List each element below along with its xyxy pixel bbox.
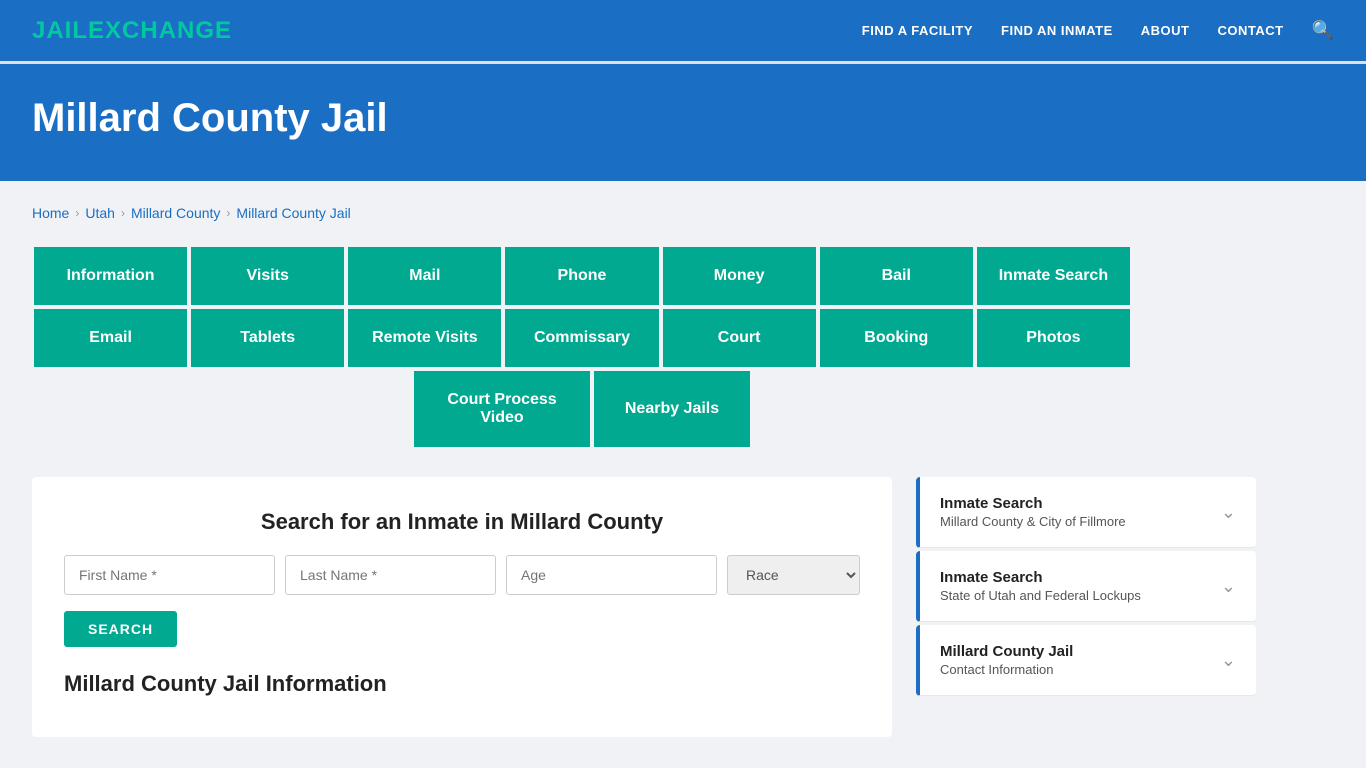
btn-booking[interactable]: Booking — [818, 307, 975, 369]
chevron-down-icon-3: ⌄ — [1221, 650, 1236, 671]
main-layout: Search for an Inmate in Millard County R… — [32, 477, 1334, 737]
sidebar-card-millard-county[interactable]: Inmate Search Millard County & City of F… — [916, 477, 1256, 548]
sidebar-card-subtitle-1: Millard County & City of Fillmore — [940, 514, 1126, 529]
sidebar-card-text-1: Inmate Search Millard County & City of F… — [940, 495, 1126, 529]
breadcrumb-home[interactable]: Home — [32, 205, 69, 221]
btn-nearby-jails[interactable]: Nearby Jails — [592, 369, 752, 449]
navigation-button-grid: Information Visits Mail Phone Money Bail… — [32, 245, 1132, 449]
sidebar-card-state-utah[interactable]: Inmate Search State of Utah and Federal … — [916, 551, 1256, 622]
page-title: Millard County Jail — [32, 96, 1334, 141]
button-row-3: Court Process Video Nearby Jails — [32, 369, 1132, 449]
btn-inmate-search[interactable]: Inmate Search — [975, 245, 1132, 307]
breadcrumb-sep-3: › — [226, 206, 230, 220]
button-row-1: Information Visits Mail Phone Money Bail… — [32, 245, 1132, 307]
btn-court-process-video[interactable]: Court Process Video — [412, 369, 592, 449]
age-input[interactable] — [506, 555, 717, 595]
chevron-down-icon-1: ⌄ — [1221, 502, 1236, 523]
sidebar-card-title-3: Millard County Jail — [940, 643, 1073, 660]
breadcrumb-utah[interactable]: Utah — [85, 205, 115, 221]
button-row-2: Email Tablets Remote Visits Commissary C… — [32, 307, 1132, 369]
nav-find-facility[interactable]: FIND A FACILITY — [862, 23, 973, 38]
nav-about[interactable]: ABOUT — [1141, 23, 1190, 38]
btn-commissary[interactable]: Commissary — [503, 307, 660, 369]
btn-information[interactable]: Information — [32, 245, 189, 307]
sidebar-panel: Inmate Search Millard County & City of F… — [916, 477, 1256, 699]
btn-photos[interactable]: Photos — [975, 307, 1132, 369]
content-area: Home › Utah › Millard County › Millard C… — [0, 181, 1366, 761]
btn-visits[interactable]: Visits — [189, 245, 346, 307]
nav-contact[interactable]: CONTACT — [1217, 23, 1283, 38]
first-name-input[interactable] — [64, 555, 275, 595]
breadcrumb: Home › Utah › Millard County › Millard C… — [32, 205, 1334, 221]
breadcrumb-sep-1: › — [75, 206, 79, 220]
btn-email[interactable]: Email — [32, 307, 189, 369]
nav: FIND A FACILITY FIND AN INMATE ABOUT CON… — [862, 20, 1334, 41]
search-icon-button[interactable]: 🔍 — [1312, 20, 1334, 41]
info-section-title: Millard County Jail Information — [64, 671, 860, 697]
nav-find-inmate[interactable]: FIND AN INMATE — [1001, 23, 1113, 38]
last-name-input[interactable] — [285, 555, 496, 595]
btn-court[interactable]: Court — [661, 307, 818, 369]
search-inputs: Race White Black Hispanic Asian Other — [64, 555, 860, 595]
sidebar-card-title-2: Inmate Search — [940, 569, 1141, 586]
logo-part1: JAIL — [32, 17, 88, 44]
logo[interactable]: JAILEXCHANGE — [32, 17, 232, 45]
btn-bail[interactable]: Bail — [818, 245, 975, 307]
breadcrumb-millard-county[interactable]: Millard County — [131, 205, 220, 221]
search-panel-bottom: Millard County Jail Information — [64, 671, 860, 697]
sidebar-card-subtitle-2: State of Utah and Federal Lockups — [940, 588, 1141, 603]
btn-remote-visits[interactable]: Remote Visits — [346, 307, 503, 369]
breadcrumb-millard-jail[interactable]: Millard County Jail — [236, 205, 350, 221]
btn-tablets[interactable]: Tablets — [189, 307, 346, 369]
logo-exchange: EXCHANGE — [88, 17, 232, 44]
race-select[interactable]: Race White Black Hispanic Asian Other — [727, 555, 860, 595]
btn-money[interactable]: Money — [661, 245, 818, 307]
sidebar-card-subtitle-3: Contact Information — [940, 662, 1073, 677]
search-panel: Search for an Inmate in Millard County R… — [32, 477, 892, 737]
btn-phone[interactable]: Phone — [503, 245, 660, 307]
sidebar-card-contact-info[interactable]: Millard County Jail Contact Information … — [916, 625, 1256, 696]
hero-section: Millard County Jail — [0, 64, 1366, 181]
sidebar-card-text-2: Inmate Search State of Utah and Federal … — [940, 569, 1141, 603]
header: JAILEXCHANGE FIND A FACILITY FIND AN INM… — [0, 0, 1366, 64]
sidebar-card-text-3: Millard County Jail Contact Information — [940, 643, 1073, 677]
btn-mail[interactable]: Mail — [346, 245, 503, 307]
breadcrumb-sep-2: › — [121, 206, 125, 220]
search-title: Search for an Inmate in Millard County — [64, 509, 860, 535]
search-button[interactable]: SEARCH — [64, 611, 177, 647]
sidebar-card-title-1: Inmate Search — [940, 495, 1126, 512]
chevron-down-icon-2: ⌄ — [1221, 576, 1236, 597]
